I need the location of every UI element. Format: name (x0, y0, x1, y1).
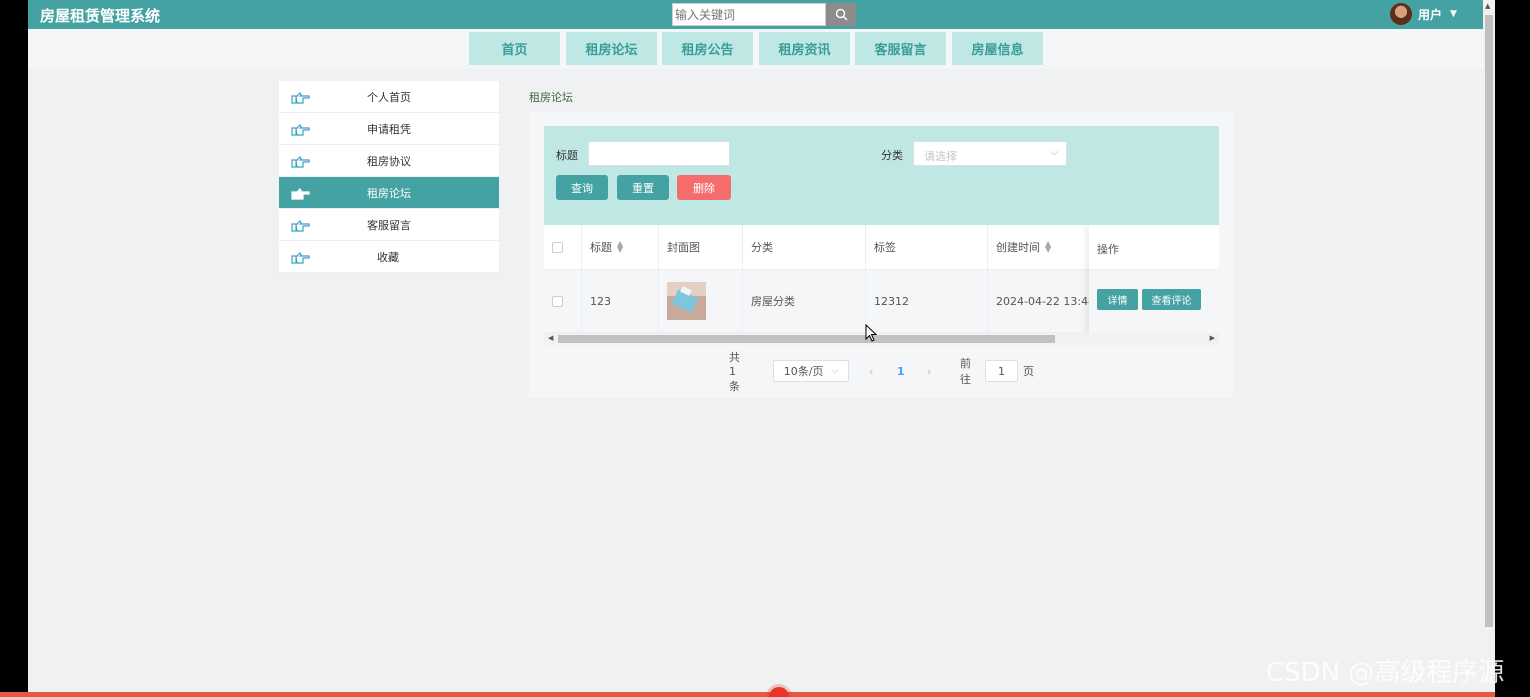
goto-page-input[interactable]: 1 (985, 360, 1018, 382)
scroll-left-arrow-icon[interactable]: ◀ (548, 334, 553, 342)
view-comments-button[interactable]: 查看评论 (1142, 289, 1201, 310)
caret-down-icon: ▼ (1450, 9, 1457, 19)
prev-page-icon[interactable]: ‹ (869, 360, 883, 382)
column-header-created[interactable]: 创建时间 ▲ ▼ (988, 225, 1098, 269)
nav-item-service-message[interactable]: 客服留言 (855, 32, 946, 65)
row-checkbox[interactable] (552, 295, 563, 307)
pagination-total: 共 1 条 (729, 350, 740, 393)
filter-panel: 标题 分类 请选择 ⌵ 查询 重置 删除 (544, 126, 1219, 225)
column-header-tags: 标签 (866, 225, 988, 269)
horizontal-scrollbar[interactable]: ◀ ▶ (544, 333, 1219, 345)
cover-thumbnail (667, 282, 706, 320)
sidebar-item-profile[interactable]: 个人首页 (279, 81, 499, 113)
mouse-cursor-icon (865, 324, 877, 342)
sidebar-item-service-message[interactable]: 客服留言 (279, 209, 499, 241)
nav-item-notice[interactable]: 租房公告 (662, 32, 753, 65)
user-label: 用户 (1418, 7, 1443, 22)
horizontal-scroll-thumb[interactable] (558, 335, 1055, 343)
chevron-down-icon: ⌵ (831, 366, 839, 376)
column-header-category: 分类 (743, 225, 866, 269)
cell-created: 2024-04-22 13:44: (988, 270, 1098, 332)
delete-button[interactable]: 删除 (677, 175, 731, 200)
page-number-current[interactable]: 1 (897, 360, 907, 382)
cell-cover (659, 270, 743, 332)
pointing-hand-icon (291, 91, 310, 104)
video-progress-bar[interactable] (0, 692, 1495, 697)
title-filter-label: 标题 (556, 149, 578, 162)
app-title: 房屋租赁管理系统 (40, 7, 161, 25)
browser-viewport: 房屋租赁管理系统 用户 ▼ 首页 租房论坛 租房公告 租房资讯 客服留言 房屋信… (28, 0, 1483, 692)
pointing-hand-icon (291, 155, 310, 168)
select-all-checkbox[interactable] (552, 241, 563, 253)
sidebar-item-label: 租房协议 (367, 154, 411, 168)
row-checkbox-cell (544, 270, 582, 332)
vertical-scrollbar[interactable]: ▲ (1483, 0, 1495, 692)
watermark: CSDN @高级程序源 (1266, 658, 1505, 688)
avatar (1390, 3, 1412, 25)
actions-column: 操作 详情 查看评论 (1089, 225, 1219, 333)
column-header-cover: 封面图 (659, 225, 743, 269)
header-search-input[interactable] (672, 3, 826, 26)
pointing-hand-icon (291, 219, 310, 232)
nav-item-news[interactable]: 租房资讯 (759, 32, 850, 65)
page-size-value: 10条/页 (783, 365, 824, 378)
chevron-down-icon: ⌵ (1050, 147, 1058, 158)
category-select[interactable]: 请选择 ⌵ (913, 141, 1067, 166)
pointing-hand-icon (291, 251, 310, 264)
header-search (672, 3, 856, 26)
search-icon (835, 8, 847, 21)
column-header-title[interactable]: 标题 ▲ ▼ (582, 225, 659, 269)
content-panel: 标题 分类 请选择 ⌵ 查询 重置 删除 标题 ▲ ▼ 封面图 分类 标签 创建… (529, 112, 1233, 398)
sidebar-menu: 个人首页 申请租凭 租房协议 租房论坛 客服留言 收藏 (279, 81, 499, 273)
vertical-scroll-thumb[interactable] (1485, 15, 1493, 627)
query-button[interactable]: 查询 (556, 175, 608, 200)
sort-icon[interactable]: ▲ ▼ (1045, 240, 1051, 254)
column-header-actions: 操作 (1089, 225, 1219, 270)
top-header-bar: 房屋租赁管理系统 用户 ▼ (28, 0, 1483, 29)
column-header-label: 创建时间 (996, 241, 1040, 254)
category-filter-label: 分类 (881, 149, 903, 162)
sidebar-item-agreement[interactable]: 租房协议 (279, 145, 499, 177)
header-search-button[interactable] (826, 3, 856, 26)
scroll-right-arrow-icon[interactable]: ▶ (1210, 334, 1215, 342)
detail-button[interactable]: 详情 (1097, 289, 1138, 310)
nav-item-home[interactable]: 首页 (469, 32, 560, 65)
pointing-hand-icon (291, 123, 310, 136)
nav-item-forum[interactable]: 租房论坛 (566, 32, 657, 65)
sidebar-item-label: 申请租凭 (367, 122, 411, 136)
title-filter-input[interactable] (588, 141, 730, 166)
page-size-select[interactable]: 10条/页 ⌵ (773, 360, 849, 382)
goto-label: 前往 (960, 357, 971, 386)
sidebar-item-forum[interactable]: 租房论坛 (279, 177, 499, 209)
sidebar-item-label: 个人首页 (367, 90, 411, 104)
sort-icon[interactable]: ▲ ▼ (617, 240, 623, 254)
sidebar-item-label: 客服留言 (367, 218, 411, 232)
actions-cell: 详情 查看评论 (1089, 270, 1219, 333)
sidebar-item-label: 租房论坛 (367, 186, 411, 200)
sidebar-item-label: 收藏 (377, 250, 399, 264)
column-header-label: 标题 (590, 241, 612, 254)
next-page-icon[interactable]: › (927, 360, 941, 382)
cell-title: 123 (582, 270, 659, 332)
sidebar-item-apply-rent[interactable]: 申请租凭 (279, 113, 499, 145)
sidebar-item-favorites[interactable]: 收藏 (279, 241, 499, 273)
cell-tags: 12312 (866, 270, 988, 332)
category-select-placeholder: 请选择 (924, 150, 957, 163)
user-menu[interactable]: 用户 ▼ (1390, 3, 1457, 25)
reset-button[interactable]: 重置 (617, 175, 669, 200)
data-table: 标题 ▲ ▼ 封面图 分类 标签 创建时间 ▲ ▼ 123 房屋分类 12312… (544, 225, 1219, 345)
header-checkbox-cell (544, 225, 582, 269)
scroll-up-arrow-icon[interactable]: ▲ (1485, 2, 1490, 10)
main-nav: 首页 租房论坛 租房公告 租房资讯 客服留言 房屋信息 (28, 29, 1483, 69)
cell-category: 房屋分类 (743, 270, 866, 332)
nav-item-house-info[interactable]: 房屋信息 (952, 32, 1043, 65)
page-suffix-label: 页 (1023, 365, 1034, 378)
pointing-hand-icon (291, 187, 310, 200)
breadcrumb: 租房论坛 (529, 91, 573, 104)
